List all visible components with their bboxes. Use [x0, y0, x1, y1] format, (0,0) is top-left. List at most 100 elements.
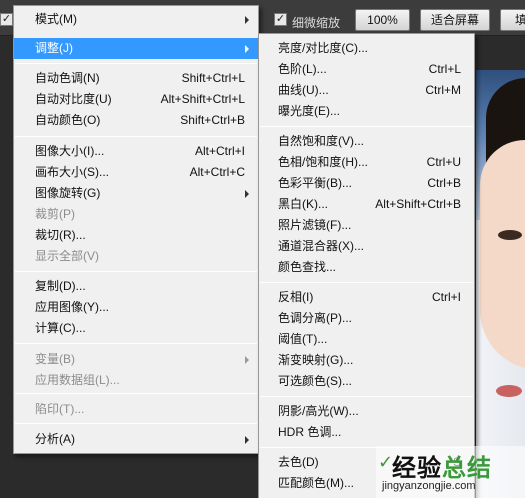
menu-item-8[interactable]: 图像旋转(G)	[14, 183, 258, 204]
submenu-item-13[interactable]: 色调分离(P)...	[259, 308, 474, 329]
watermark: ✓ 经验总结 jingyanzongjie.com	[376, 446, 525, 498]
submenu-item-10[interactable]: 通道混合器(X)...	[259, 236, 474, 257]
menu-item-10[interactable]: 裁切(R)...	[14, 225, 258, 246]
menu-item-label: 图像旋转(G)	[35, 186, 101, 200]
zoom-100-button[interactable]: 100%	[355, 9, 410, 31]
check-icon: ✓	[378, 452, 394, 472]
menu-item-label: 色相/饱和度(H)...	[278, 155, 368, 169]
submenu-item-4[interactable]: 曝光度(E)...	[259, 101, 474, 122]
submenu-item-11[interactable]: 颜色查找...	[259, 257, 474, 278]
menu-item-13[interactable]: 应用图像(Y)...	[14, 297, 258, 318]
menu-item-label: 应用图像(Y)...	[35, 300, 109, 314]
fine-zoom-checkbox[interactable]: ✓	[274, 13, 287, 26]
fine-zoom-label: 细微缩放	[292, 16, 341, 30]
submenu-arrow-icon	[245, 356, 249, 364]
menu-item-shortcut: Ctrl+U	[426, 155, 461, 169]
menu-item-15: 变量(B)	[14, 349, 258, 370]
check-icon: ✓	[1, 13, 12, 25]
menu-item-label: 陷印(T)...	[35, 402, 85, 416]
menu-item-label: 颜色查找...	[278, 260, 337, 274]
submenu-item-16[interactable]: 可选颜色(S)...	[259, 371, 474, 392]
menu-separator	[15, 63, 257, 64]
menu-item-4[interactable]: 自动对比度(U) Alt+Shift+Ctrl+L	[14, 89, 258, 110]
submenu-item-1[interactable]: 亮度/对比度(C)...	[259, 38, 474, 59]
menu-item-label: HDR 色调...	[278, 425, 342, 439]
menu-item-label: 曝光度(E)...	[278, 104, 340, 118]
menu-item-label: 模式(M)	[35, 12, 77, 26]
menu-item-shortcut: Shift+Ctrl+B	[180, 113, 245, 127]
menu-separator	[260, 126, 473, 127]
menu-item-11: 显示全部(V)	[14, 246, 258, 267]
menu-item-label: 显示全部(V)	[35, 249, 99, 263]
menu-item-label: 黑白(K)...	[278, 197, 328, 211]
checkbox-partial[interactable]: ✓	[0, 13, 13, 26]
submenu-item-8[interactable]: 黑白(K)... Alt+Shift+Ctrl+B	[259, 194, 474, 215]
menu-item-12[interactable]: 复制(D)...	[14, 276, 258, 297]
menu-item-label: 色阶(L)...	[278, 62, 327, 76]
fit-screen-button[interactable]: 适合屏幕	[420, 9, 490, 31]
menu-separator	[15, 423, 257, 424]
menu-item-3[interactable]: 自动色调(N) Shift+Ctrl+L	[14, 68, 258, 89]
menu-item-label: 可选颜色(S)...	[278, 374, 352, 388]
submenu-arrow-icon	[245, 45, 249, 53]
submenu-item-15[interactable]: 渐变映射(G)...	[259, 350, 474, 371]
menu-item-5[interactable]: 自动颜色(O) Shift+Ctrl+B	[14, 110, 258, 131]
menu-item-shortcut: Alt+Ctrl+I	[194, 144, 245, 158]
menu-item-label: 亮度/对比度(C)...	[278, 41, 368, 55]
menu-separator	[260, 282, 473, 283]
submenu-arrow-icon	[245, 436, 249, 444]
submenu-item-6[interactable]: 色相/饱和度(H)... Ctrl+U	[259, 152, 474, 173]
menu-separator	[15, 393, 257, 394]
menu-item-label: 自动色调(N)	[35, 71, 100, 85]
image-menu: 模式(M) 调整(J) 自动色调(N) Shift+Ctrl+L 自动对比度(U) Alt…	[13, 5, 259, 454]
menu-separator	[260, 396, 473, 397]
menu-item-label: 裁剪(P)	[35, 207, 75, 221]
fill-screen-button[interactable]: 填	[500, 9, 525, 31]
photo-eye	[498, 230, 522, 240]
submenu-item-9[interactable]: 照片滤镜(F)...	[259, 215, 474, 236]
menu-item-label: 变量(B)	[35, 352, 75, 366]
submenu-item-12[interactable]: 反相(I) Ctrl+I	[259, 287, 474, 308]
menu-item-label: 应用数据组(L)...	[35, 373, 120, 387]
submenu-item-2[interactable]: 色阶(L)... Ctrl+L	[259, 59, 474, 80]
menu-item-label: 画布大小(S)...	[35, 165, 109, 179]
submenu-item-18[interactable]: HDR 色调...	[259, 422, 474, 443]
watermark-text-b: 总结	[442, 454, 492, 482]
submenu-item-7[interactable]: 色彩平衡(B)... Ctrl+B	[259, 173, 474, 194]
menu-item-label: 阴影/高光(W)...	[278, 404, 359, 418]
watermark-text-a: 经验	[392, 454, 442, 482]
submenu-item-5[interactable]: 自然饱和度(V)...	[259, 131, 474, 152]
submenu-item-14[interactable]: 阈值(T)...	[259, 329, 474, 350]
menu-item-label: 阈值(T)...	[278, 332, 328, 346]
menu-item-14[interactable]: 计算(C)...	[14, 318, 258, 339]
menu-item-1[interactable]: 模式(M)	[14, 9, 258, 30]
check-icon: ✓	[275, 13, 286, 25]
menu-item-label: 照片滤镜(F)...	[278, 218, 352, 232]
menu-item-label: 匹配颜色(M)...	[278, 476, 354, 490]
submenu-arrow-icon	[245, 190, 249, 198]
photo-face	[480, 140, 525, 370]
menu-item-label: 去色(D)	[278, 455, 319, 469]
menu-item-18[interactable]: 分析(A)	[14, 429, 258, 450]
menu-item-6[interactable]: 图像大小(I)... Alt+Ctrl+I	[14, 141, 258, 162]
menu-item-label: 调整(J)	[35, 41, 73, 55]
menu-separator	[15, 271, 257, 272]
menu-item-label: 复制(D)...	[35, 279, 86, 293]
menu-item-shortcut: Ctrl+I	[431, 290, 461, 304]
menu-item-shortcut: Ctrl+B	[427, 176, 461, 190]
menu-item-shortcut: Ctrl+M	[425, 83, 461, 97]
menu-item-label: 通道混合器(X)...	[278, 239, 364, 253]
menu-item-label: 反相(I)	[278, 290, 314, 304]
submenu-item-17[interactable]: 阴影/高光(W)...	[259, 401, 474, 422]
menu-item-9: 裁剪(P)	[14, 204, 258, 225]
menu-item-label: 图像大小(I)...	[35, 144, 105, 158]
menu-item-shortcut: Alt+Ctrl+C	[189, 165, 245, 179]
menu-item-7[interactable]: 画布大小(S)... Alt+Ctrl+C	[14, 162, 258, 183]
menu-item-shortcut: Alt+Shift+Ctrl+L	[160, 92, 245, 106]
menu-item-label: 色彩平衡(B)...	[278, 176, 352, 190]
submenu-item-3[interactable]: 曲线(U)... Ctrl+M	[259, 80, 474, 101]
menu-item-2[interactable]: 调整(J)	[14, 38, 258, 59]
menu-item-shortcut: Ctrl+L	[428, 62, 461, 76]
menu-item-label: 计算(C)...	[35, 321, 86, 335]
menu-item-shortcut: Alt+Shift+Ctrl+B	[375, 197, 461, 211]
